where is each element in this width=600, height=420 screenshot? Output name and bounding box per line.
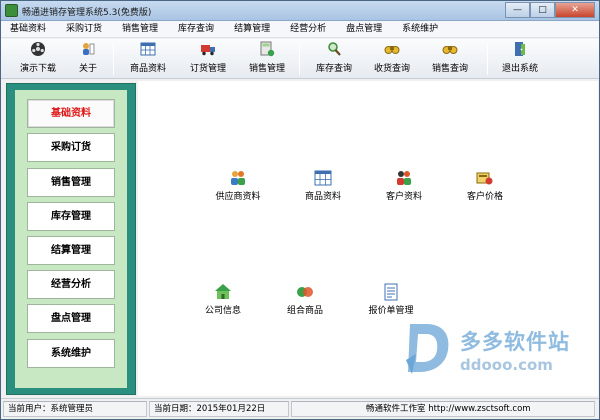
main-item-customer-price[interactable]: 客户价格 — [450, 169, 520, 202]
menu-item-basic-info[interactable]: 基础资料 — [1, 21, 55, 37]
sidebar-item-purchase[interactable]: 采购订货 — [27, 133, 115, 162]
house-icon — [215, 284, 231, 299]
toolbar-exit-button[interactable]: 退出系统 — [497, 41, 543, 77]
watermark: 多多软件站 ddooo.com — [404, 318, 584, 386]
menu-item-purchase[interactable]: 采购订货 — [57, 21, 111, 37]
sidebar-inner: 基础资料 采购订货 销售管理 库存管理 结算管理 经营分析 盘点管理 系统维护 — [15, 90, 127, 388]
calculator-icon — [260, 41, 275, 57]
combine-icon — [297, 287, 313, 297]
binoculars-icon — [384, 46, 400, 54]
menu-item-analysis[interactable]: 经营分析 — [281, 21, 335, 37]
main-item-company-info[interactable]: 公司信息 — [188, 283, 258, 316]
minimize-button[interactable]: — — [505, 2, 530, 18]
main-item-combo-product[interactable]: 组合商品 — [270, 283, 340, 316]
menu-item-settlement[interactable]: 结算管理 — [225, 21, 279, 37]
main-item-quotation-management[interactable]: 报价单管理 — [356, 283, 426, 316]
status-bar: 当前用户：系统管理员 当前日期：2015年01月22日 畅通软件工作室 http… — [1, 398, 599, 419]
menu-item-maintenance[interactable]: 系统维护 — [393, 21, 447, 37]
app-icon — [5, 4, 18, 17]
toolbar-product-info-button[interactable]: 商品资料 — [125, 41, 171, 77]
status-current-date: 当前日期：2015年01月22日 — [149, 401, 289, 417]
sidebar-item-sales[interactable]: 销售管理 — [27, 168, 115, 197]
document-icon — [384, 283, 398, 301]
truck-icon — [201, 45, 215, 56]
watermark-url: ddooo.com — [460, 356, 553, 374]
binoculars-icon — [442, 46, 458, 54]
info-icon — [83, 43, 95, 55]
app-window: 畅通进销存管理系统5.3(免费版) — □ ✕ 基础资料 采购订货 销售管理 库… — [0, 0, 600, 420]
sidebar-item-maintenance[interactable]: 系统维护 — [27, 339, 115, 368]
sidebar-item-stocktake[interactable]: 盘点管理 — [27, 304, 115, 333]
menu-item-inventory[interactable]: 库存查询 — [169, 21, 223, 37]
window-controls: — □ ✕ — [505, 2, 595, 18]
toolbar-sales-query-button[interactable]: 销售查询 — [427, 41, 473, 77]
menu-item-sales[interactable]: 销售管理 — [113, 21, 167, 37]
toolbar-separator — [299, 43, 300, 75]
toolbar: 演示下载 关于 商品资料 订货管理 销售管理 库存查询 收货查询 销售查询 退出… — [1, 39, 599, 79]
sidebar-item-inventory[interactable]: 库存管理 — [27, 202, 115, 231]
menu-bar: 基础资料 采购订货 销售管理 库存查询 结算管理 经营分析 盘点管理 系统维护 — [1, 21, 599, 38]
maximize-button[interactable]: □ — [530, 2, 555, 18]
toolbar-receipt-query-button[interactable]: 收货查询 — [369, 41, 415, 77]
main-panel: 供应商资料 商品资料 客户资料 客户价格 公司信息 组合商品 报价单管理 多多软… — [138, 81, 598, 396]
toolbar-about-button[interactable]: 关于 — [73, 41, 103, 77]
menu-item-stocktake[interactable]: 盘点管理 — [337, 21, 391, 37]
sidebar-item-settlement[interactable]: 结算管理 — [27, 236, 115, 265]
users-group-icon — [231, 171, 245, 185]
sidebar: 基础资料 采购订货 销售管理 库存管理 结算管理 经营分析 盘点管理 系统维护 — [6, 83, 136, 395]
main-item-customer-info[interactable]: 客户资料 — [369, 169, 439, 202]
users-colored-icon — [397, 171, 411, 185]
toolbar-demo-download-button[interactable]: 演示下载 — [15, 41, 61, 77]
status-current-user: 当前用户：系统管理员 — [3, 401, 147, 417]
toolbar-separator — [487, 43, 488, 75]
magnifier-icon — [328, 42, 341, 56]
main-item-supplier-info[interactable]: 供应商资料 — [203, 169, 273, 202]
status-company: 畅通软件工作室 http://www.zsctsoft.com — [291, 401, 595, 417]
close-button[interactable]: ✕ — [555, 2, 595, 18]
price-tag-icon — [476, 172, 493, 185]
grid-table-icon — [314, 170, 332, 186]
window-title: 畅通进销存管理系统5.3(免费版) — [22, 8, 152, 18]
grid-table-icon — [140, 42, 156, 56]
title-bar: 畅通进销存管理系统5.3(免费版) — □ ✕ — [1, 1, 599, 21]
watermark-text: 多多软件站 — [460, 330, 570, 354]
toolbar-order-management-button[interactable]: 订货管理 — [185, 41, 231, 77]
exit-door-icon — [515, 42, 525, 56]
toolbar-sales-management-button[interactable]: 销售管理 — [244, 41, 290, 77]
film-reel-icon — [31, 42, 45, 56]
main-item-product-info[interactable]: 商品资料 — [288, 169, 358, 202]
toolbar-separator — [113, 43, 114, 75]
toolbar-inventory-query-button[interactable]: 库存查询 — [311, 41, 357, 77]
watermark-logo-icon — [406, 324, 449, 374]
sidebar-item-basic-info[interactable]: 基础资料 — [27, 99, 115, 128]
sidebar-item-analysis[interactable]: 经营分析 — [27, 270, 115, 299]
